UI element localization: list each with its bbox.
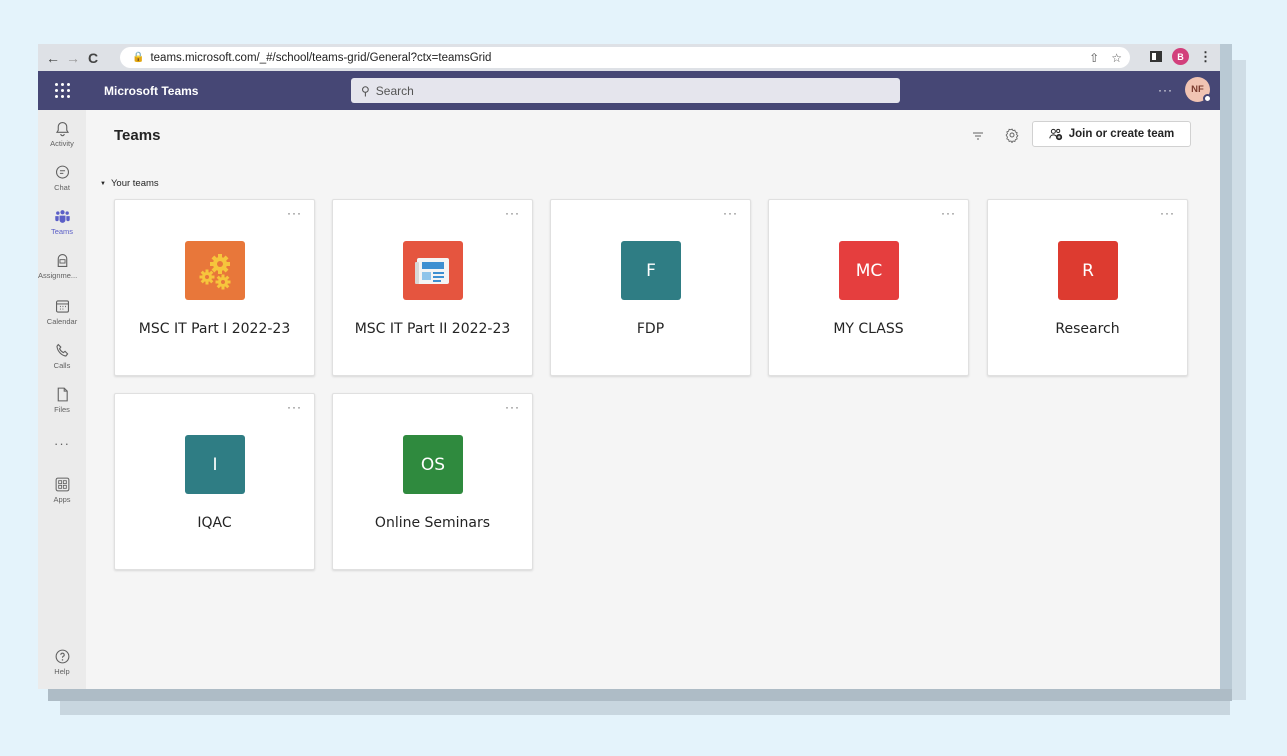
search-placeholder: Search (375, 83, 414, 98)
team-name: Research (1055, 321, 1120, 337)
app-title: Microsoft Teams (104, 83, 199, 98)
frame-shadow-right (1220, 44, 1232, 694)
team-name: MSC IT Part I 2022-23 (138, 321, 291, 337)
rail-label: Assignme... (38, 271, 78, 280)
join-team-icon (1049, 128, 1062, 141)
frame-shadow-bottom (48, 689, 1232, 701)
rail-label: Activity (50, 139, 74, 148)
team-name: MY CLASS (833, 321, 904, 337)
teams-header: Microsoft Teams ⚲ Search ··· NF (38, 71, 1220, 110)
rail-label: Calls (53, 361, 71, 370)
presence-status-icon (1203, 94, 1212, 103)
team-name: MSC IT Part II 2022-23 (354, 321, 511, 337)
team-more-options-button[interactable]: ··· (1160, 206, 1175, 220)
rail-item-chat[interactable]: Chat (38, 164, 86, 192)
browser-menu-icon[interactable]: ⋮ (1199, 49, 1212, 65)
search-icon: ⚲ (361, 83, 370, 98)
team-more-options-button[interactable]: ··· (505, 400, 520, 414)
gear-icon[interactable] (1004, 127, 1020, 143)
teams-window: ← → C 🔒 teams.microsoft.com/_#/school/te… (38, 44, 1220, 689)
team-card[interactable]: ··· MSC IT Part I 2022-23 (114, 199, 315, 376)
newspaper-icon (415, 257, 449, 284)
app-bar: Activity Chat Teams Assignme... Calendar… (38, 110, 86, 689)
join-or-create-team-button[interactable]: Join or create team (1032, 121, 1191, 147)
back-icon[interactable]: ← (44, 49, 62, 67)
rail-item-calendar[interactable]: Calendar (38, 298, 86, 326)
gears-icon (199, 253, 231, 289)
rail-item-assignments[interactable]: Assignme... (38, 252, 86, 280)
phone-icon (55, 343, 68, 357)
team-avatar: I (185, 435, 245, 494)
team-card[interactable]: ··· MSC IT Part II 2022-23 (332, 199, 533, 376)
team-name: IQAC (197, 515, 232, 531)
team-more-options-button[interactable]: ··· (505, 206, 520, 220)
address-bar[interactable]: 🔒 teams.microsoft.com/_#/school/teams-gr… (120, 47, 1130, 68)
file-icon (57, 387, 68, 402)
frame-shadow-bottom-outer (60, 701, 1230, 715)
caret-down-icon: ▼ (100, 180, 106, 187)
rail-label: Files (54, 405, 70, 414)
rail-item-apps[interactable]: Apps (38, 476, 86, 504)
assignments-icon (57, 254, 67, 268)
search-box[interactable]: ⚲ Search (351, 78, 900, 103)
chat-icon (55, 165, 69, 179)
team-avatar (403, 241, 463, 300)
url-text: teams.microsoft.com/_#/school/teams-grid… (150, 51, 492, 64)
team-card[interactable]: ··· MC MY CLASS (768, 199, 969, 376)
bookmark-star-icon[interactable]: ☆ (1111, 51, 1122, 65)
team-avatar: OS (403, 435, 463, 494)
team-avatar: F (621, 241, 681, 300)
help-icon (55, 649, 69, 664)
team-card[interactable]: ··· I IQAC (114, 393, 315, 570)
section-label: Your teams (110, 178, 159, 189)
user-avatar[interactable]: NF (1185, 77, 1212, 103)
team-avatar: MC (839, 241, 899, 300)
bell-icon (55, 121, 69, 137)
page-title: Teams (114, 127, 161, 144)
filter-icon[interactable] (972, 130, 984, 142)
join-button-label: Join or create team (1068, 128, 1175, 140)
forward-icon[interactable]: → (64, 49, 82, 67)
team-more-options-button[interactable]: ··· (941, 206, 956, 220)
team-more-options-button[interactable]: ··· (723, 206, 738, 220)
frame-shadow-right-outer (1232, 60, 1246, 700)
team-card[interactable]: ··· OS Online Seminars (332, 393, 533, 570)
calendar-icon (55, 300, 69, 313)
apps-icon (55, 477, 69, 492)
your-teams-section-toggle[interactable]: ▼ Your teams (100, 178, 159, 189)
team-more-options-button[interactable]: ··· (287, 400, 302, 414)
rail-item-calls[interactable]: Calls (38, 342, 86, 370)
team-avatar: R (1058, 241, 1118, 300)
rail-label: Chat (54, 183, 70, 192)
rail-item-teams[interactable]: Teams (38, 208, 86, 236)
browser-toolbar: ← → C 🔒 teams.microsoft.com/_#/school/te… (38, 44, 1220, 71)
rail-item-help[interactable]: Help (38, 648, 86, 676)
team-name: Online Seminars (374, 515, 491, 531)
settings-more-button[interactable]: ··· (1158, 83, 1173, 97)
side-panel-icon[interactable] (1150, 51, 1162, 62)
rail-label: Apps (53, 495, 71, 504)
rail-label: Teams (50, 227, 74, 236)
avatar-initials: NF (1191, 84, 1204, 95)
more-apps-button[interactable]: ··· (38, 436, 86, 451)
lock-icon: 🔒 (132, 52, 145, 63)
team-avatar (185, 241, 245, 300)
team-name: FDP (636, 321, 665, 337)
team-more-options-button[interactable]: ··· (287, 206, 302, 220)
teams-icon (54, 210, 70, 223)
team-card[interactable]: ··· F FDP (550, 199, 751, 376)
rail-label: Calendar (46, 317, 78, 326)
rail-label: Help (54, 667, 70, 676)
share-icon[interactable]: ⇧ (1089, 51, 1099, 65)
rail-item-files[interactable]: Files (38, 386, 86, 414)
teams-main: Teams Join or create team ▼ Your teams ·… (86, 110, 1220, 689)
reload-icon[interactable]: C (84, 49, 102, 67)
browser-profile-avatar[interactable]: B (1172, 48, 1189, 65)
team-card[interactable]: ··· R Research (987, 199, 1188, 376)
app-launcher-icon[interactable] (38, 71, 86, 110)
rail-item-activity[interactable]: Activity (38, 120, 86, 148)
